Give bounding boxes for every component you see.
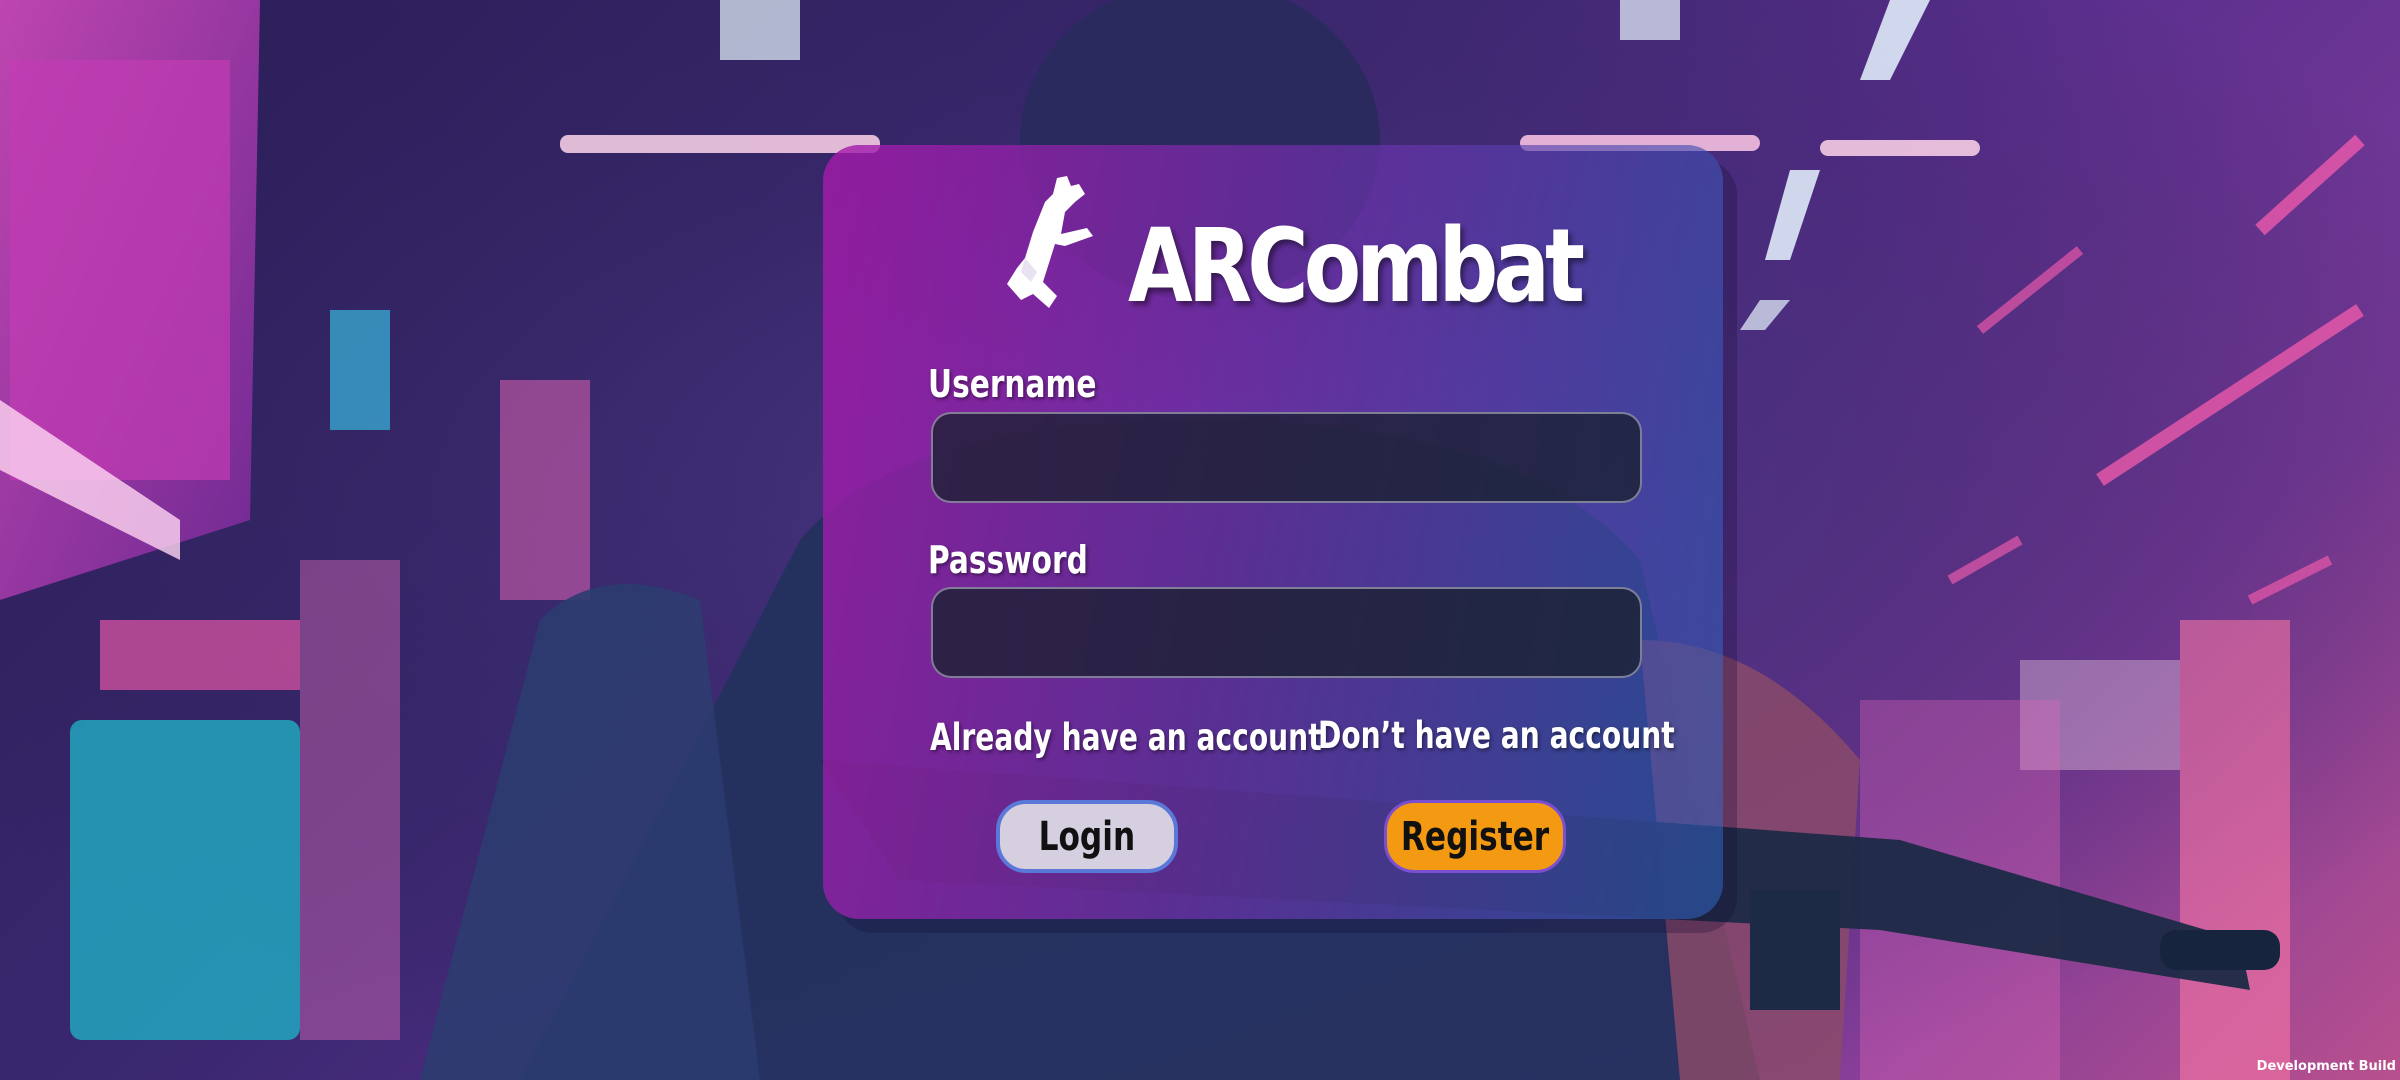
login-screen: ARCombat Username Password Already have … [0,0,2400,1080]
username-input[interactable] [931,412,1642,503]
development-build-label: Development Build [2256,1059,2396,1074]
login-button-label: Login [1038,813,1136,860]
register-button-label: Register [1400,813,1550,860]
password-label: Password [928,538,1088,582]
register-hint: Don’t have an account [1318,714,1675,757]
register-button[interactable]: Register [1384,800,1566,873]
login-button[interactable]: Login [996,800,1178,873]
username-label: Username [928,362,1097,406]
password-input[interactable] [931,587,1642,678]
pistol-icon [1007,176,1093,308]
app-title: ARCombat [1128,207,1585,326]
login-hint: Already have an account [930,716,1322,759]
